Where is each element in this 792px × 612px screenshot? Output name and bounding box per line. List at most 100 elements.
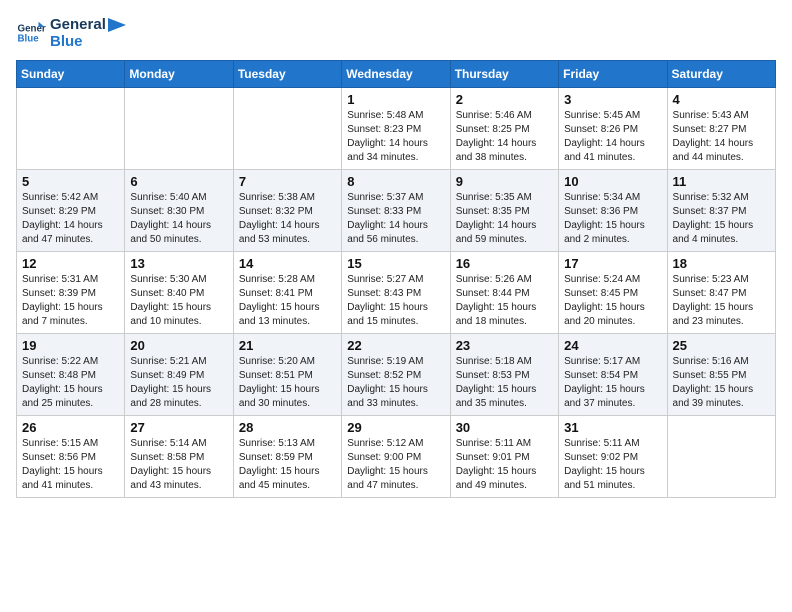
day-number: 23 xyxy=(456,338,553,353)
day-info: Sunrise: 5:16 AM Sunset: 8:55 PM Dayligh… xyxy=(673,355,770,411)
calendar-cell: 12 Sunrise: 5:31 AM Sunset: 8:39 PM Dayli… xyxy=(17,252,125,334)
day-info: Sunrise: 5:19 AM Sunset: 8:52 PM Dayligh… xyxy=(347,355,444,411)
day-number: 28 xyxy=(239,420,336,435)
calendar-cell: 22 Sunrise: 5:19 AM Sunset: 8:52 PM Dayli… xyxy=(342,334,450,416)
weekday-header-tuesday: Tuesday xyxy=(233,61,341,88)
day-number: 25 xyxy=(673,338,770,353)
day-info: Sunrise: 5:45 AM Sunset: 8:26 PM Dayligh… xyxy=(564,109,661,165)
day-number: 14 xyxy=(239,256,336,271)
calendar-cell: 24Sunrise: 5:17 AM Sunset: 8:54 PM Dayli… xyxy=(559,334,667,416)
calendar-cell: 13Sunrise: 5:30 AM Sunset: 8:40 PM Dayli… xyxy=(125,252,233,334)
calendar-cell: 16 Sunrise: 5:26 AM Sunset: 8:44 PM Dayli… xyxy=(450,252,558,334)
day-info: Sunrise: 5:23 AM Sunset: 8:47 PM Dayligh… xyxy=(673,273,770,329)
calendar-cell: 26 Sunrise: 5:15 AM Sunset: 8:56 PM Dayli… xyxy=(17,416,125,498)
day-info: Sunrise: 5:20 AM Sunset: 8:51 PM Dayligh… xyxy=(239,355,336,411)
weekday-header-friday: Friday xyxy=(559,61,667,88)
day-number: 17 xyxy=(564,256,661,271)
calendar-cell: 6 Sunrise: 5:40 AM Sunset: 8:30 PM Daylig… xyxy=(125,170,233,252)
calendar-cell: 27Sunrise: 5:14 AM Sunset: 8:58 PM Dayli… xyxy=(125,416,233,498)
day-number: 1 xyxy=(347,92,444,107)
day-number: 4 xyxy=(673,92,770,107)
calendar-cell: 14 Sunrise: 5:28 AM Sunset: 8:41 PM Dayli… xyxy=(233,252,341,334)
calendar-cell: 4 Sunrise: 5:43 AM Sunset: 8:27 PM Daylig… xyxy=(667,88,775,170)
calendar-cell: 15 Sunrise: 5:27 AM Sunset: 8:43 PM Dayli… xyxy=(342,252,450,334)
day-number: 2 xyxy=(456,92,553,107)
week-row-1: 1 Sunrise: 5:48 AM Sunset: 8:23 PM Daylig… xyxy=(17,88,776,170)
day-number: 12 xyxy=(22,256,119,271)
calendar-cell: 30 Sunrise: 5:11 AM Sunset: 9:01 PM Dayli… xyxy=(450,416,558,498)
day-number: 30 xyxy=(456,420,553,435)
week-row-3: 12 Sunrise: 5:31 AM Sunset: 8:39 PM Dayli… xyxy=(17,252,776,334)
day-number: 24 xyxy=(564,338,661,353)
weekday-header-thursday: Thursday xyxy=(450,61,558,88)
calendar-cell: 9 Sunrise: 5:35 AM Sunset: 8:35 PM Daylig… xyxy=(450,170,558,252)
day-info: Sunrise: 5:38 AM Sunset: 8:32 PM Dayligh… xyxy=(239,191,336,247)
day-info: Sunrise: 5:11 AM Sunset: 9:01 PM Dayligh… xyxy=(456,437,553,493)
day-number: 7 xyxy=(239,174,336,189)
day-info: Sunrise: 5:30 AM Sunset: 8:40 PM Dayligh… xyxy=(130,273,227,329)
calendar-cell: 19Sunrise: 5:22 AM Sunset: 8:48 PM Dayli… xyxy=(17,334,125,416)
day-info: Sunrise: 5:31 AM Sunset: 8:39 PM Dayligh… xyxy=(22,273,119,329)
calendar-cell: 17 Sunrise: 5:24 AM Sunset: 8:45 PM Dayli… xyxy=(559,252,667,334)
day-info: Sunrise: 5:40 AM Sunset: 8:30 PM Dayligh… xyxy=(130,191,227,247)
day-info: Sunrise: 5:46 AM Sunset: 8:25 PM Dayligh… xyxy=(456,109,553,165)
day-info: Sunrise: 5:13 AM Sunset: 8:59 PM Dayligh… xyxy=(239,437,336,493)
day-info: Sunrise: 5:22 AM Sunset: 8:48 PM Dayligh… xyxy=(22,355,119,411)
page-header: General Blue General Blue xyxy=(16,16,776,50)
calendar-cell xyxy=(233,88,341,170)
calendar-cell: 2 Sunrise: 5:46 AM Sunset: 8:25 PM Daylig… xyxy=(450,88,558,170)
day-info: Sunrise: 5:48 AM Sunset: 8:23 PM Dayligh… xyxy=(347,109,444,165)
logo: General Blue General Blue xyxy=(16,16,126,50)
day-info: Sunrise: 5:14 AM Sunset: 8:58 PM Dayligh… xyxy=(130,437,227,493)
day-number: 6 xyxy=(130,174,227,189)
day-info: Sunrise: 5:34 AM Sunset: 8:36 PM Dayligh… xyxy=(564,191,661,247)
day-info: Sunrise: 5:18 AM Sunset: 8:53 PM Dayligh… xyxy=(456,355,553,411)
day-info: Sunrise: 5:15 AM Sunset: 8:56 PM Dayligh… xyxy=(22,437,119,493)
weekday-header-wednesday: Wednesday xyxy=(342,61,450,88)
week-row-2: 5 Sunrise: 5:42 AM Sunset: 8:29 PM Daylig… xyxy=(17,170,776,252)
day-info: Sunrise: 5:11 AM Sunset: 9:02 PM Dayligh… xyxy=(564,437,661,493)
day-number: 31 xyxy=(564,420,661,435)
day-info: Sunrise: 5:35 AM Sunset: 8:35 PM Dayligh… xyxy=(456,191,553,247)
day-number: 10 xyxy=(564,174,661,189)
day-info: Sunrise: 5:27 AM Sunset: 8:43 PM Dayligh… xyxy=(347,273,444,329)
day-number: 11 xyxy=(673,174,770,189)
day-info: Sunrise: 5:43 AM Sunset: 8:27 PM Dayligh… xyxy=(673,109,770,165)
calendar-cell xyxy=(667,416,775,498)
calendar-cell: 1 Sunrise: 5:48 AM Sunset: 8:23 PM Daylig… xyxy=(342,88,450,170)
weekday-header-saturday: Saturday xyxy=(667,61,775,88)
calendar-cell: 29Sunrise: 5:12 AM Sunset: 9:00 PM Dayli… xyxy=(342,416,450,498)
day-info: Sunrise: 5:42 AM Sunset: 8:29 PM Dayligh… xyxy=(22,191,119,247)
day-number: 8 xyxy=(347,174,444,189)
calendar-cell: 11 Sunrise: 5:32 AM Sunset: 8:37 PM Dayli… xyxy=(667,170,775,252)
day-info: Sunrise: 5:28 AM Sunset: 8:41 PM Dayligh… xyxy=(239,273,336,329)
day-info: Sunrise: 5:32 AM Sunset: 8:37 PM Dayligh… xyxy=(673,191,770,247)
calendar-cell: 8 Sunrise: 5:37 AM Sunset: 8:33 PM Daylig… xyxy=(342,170,450,252)
day-number: 3 xyxy=(564,92,661,107)
day-number: 16 xyxy=(456,256,553,271)
day-number: 5 xyxy=(22,174,119,189)
day-info: Sunrise: 5:26 AM Sunset: 8:44 PM Dayligh… xyxy=(456,273,553,329)
day-number: 15 xyxy=(347,256,444,271)
weekday-header-sunday: Sunday xyxy=(17,61,125,88)
calendar-table: SundayMondayTuesdayWednesdayThursdayFrid… xyxy=(16,60,776,498)
day-number: 9 xyxy=(456,174,553,189)
calendar-cell: 5 Sunrise: 5:42 AM Sunset: 8:29 PM Daylig… xyxy=(17,170,125,252)
day-info: Sunrise: 5:37 AM Sunset: 8:33 PM Dayligh… xyxy=(347,191,444,247)
logo-blue: Blue xyxy=(50,33,126,50)
day-info: Sunrise: 5:24 AM Sunset: 8:45 PM Dayligh… xyxy=(564,273,661,329)
calendar-cell: 10 Sunrise: 5:34 AM Sunset: 8:36 PM Dayli… xyxy=(559,170,667,252)
calendar-cell xyxy=(125,88,233,170)
calendar-cell: 3 Sunrise: 5:45 AM Sunset: 8:26 PM Daylig… xyxy=(559,88,667,170)
day-number: 20 xyxy=(130,338,227,353)
week-row-5: 26 Sunrise: 5:15 AM Sunset: 8:56 PM Dayli… xyxy=(17,416,776,498)
day-number: 22 xyxy=(347,338,444,353)
calendar-cell: 31 Sunrise: 5:11 AM Sunset: 9:02 PM Dayli… xyxy=(559,416,667,498)
day-number: 26 xyxy=(22,420,119,435)
logo-icon: General Blue xyxy=(16,18,46,48)
calendar-cell: 25 Sunrise: 5:16 AM Sunset: 8:55 PM Dayli… xyxy=(667,334,775,416)
calendar-cell: 18Sunrise: 5:23 AM Sunset: 8:47 PM Dayli… xyxy=(667,252,775,334)
svg-text:Blue: Blue xyxy=(18,33,40,44)
calendar-cell: 28 Sunrise: 5:13 AM Sunset: 8:59 PM Dayli… xyxy=(233,416,341,498)
logo-chevron-icon xyxy=(108,18,126,32)
